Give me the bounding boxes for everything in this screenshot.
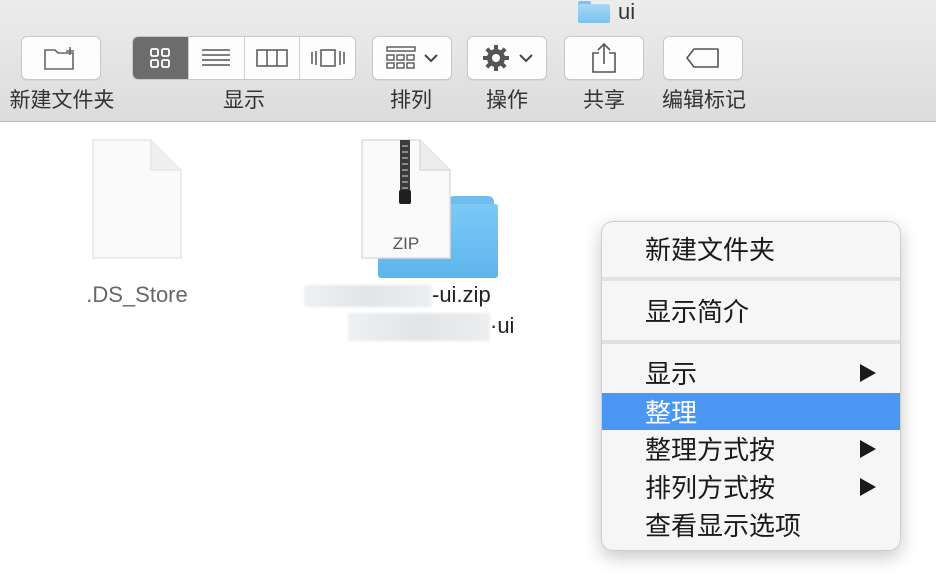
share-icon [592, 42, 616, 73]
menu-item-view[interactable]: 显示 [602, 354, 900, 390]
arrange-label: 排列 [390, 89, 432, 112]
list-view-button[interactable] [187, 37, 244, 79]
menu-separator [602, 340, 900, 344]
action-label: 操作 [486, 89, 528, 112]
submenu-arrow-icon [860, 478, 876, 496]
gear-icon [483, 45, 509, 71]
context-menu: 新建文件夹 显示简介 显示 整理 整理方式按 排列方式按 查看显示选项 [601, 221, 901, 551]
edit-tags-button[interactable] [663, 36, 743, 80]
folder-icon [578, 1, 610, 23]
redacted-text [348, 313, 490, 342]
document-icon [92, 139, 182, 259]
submenu-arrow-icon [860, 364, 876, 382]
list-icon [202, 49, 231, 66]
cover-flow-icon [310, 49, 345, 67]
window-title-text: ui [618, 0, 636, 24]
tag-icon [686, 48, 719, 68]
folder-name: ·ui [348, 313, 514, 342]
edit-tags-label: 编辑标记 [662, 89, 746, 112]
action-button[interactable] [467, 36, 547, 80]
menu-item-get-info[interactable]: 显示简介 [602, 292, 900, 328]
file-name: .DS_Store [86, 282, 188, 307]
cover-flow-view-button[interactable] [299, 37, 355, 79]
redacted-text [304, 285, 432, 308]
arrange-button[interactable] [372, 36, 452, 80]
chevron-down-icon [424, 54, 438, 63]
window-title: ui [578, 0, 635, 24]
menu-item-clean-up[interactable]: 整理 [602, 393, 900, 430]
menu-item-show-view-options[interactable]: 查看显示选项 [602, 506, 900, 542]
finder-toolbar: ui 新建文件夹 显示 排列 操作 共享 编辑标记 [0, 0, 936, 122]
columns-icon [256, 49, 288, 67]
new-folder-label: 新建文件夹 [9, 89, 115, 112]
share-label: 共享 [583, 89, 625, 112]
view-mode-segmented-control [132, 36, 356, 80]
icon-view-button[interactable] [133, 37, 188, 79]
arrange-icon [386, 46, 416, 69]
submenu-arrow-icon [860, 440, 876, 458]
grid-icon [150, 48, 171, 68]
file-item-zip[interactable]: ZIP [358, 138, 454, 262]
menu-item-sort-by[interactable]: 排列方式按 [602, 468, 900, 504]
chevron-down-icon [519, 54, 533, 63]
menu-item-new-folder[interactable]: 新建文件夹 [602, 230, 900, 266]
menu-separator [602, 277, 900, 281]
file-item-ds-store[interactable]: .DS_Store [72, 138, 202, 308]
new-folder-button[interactable] [21, 36, 101, 80]
share-button[interactable] [564, 36, 644, 80]
menu-item-clean-up-by[interactable]: 整理方式按 [602, 430, 900, 466]
new-folder-icon [44, 47, 74, 70]
zip-file-name: -ui.zip [304, 282, 491, 308]
view-label: 显示 [223, 89, 265, 112]
zip-badge: ZIP [392, 234, 420, 253]
column-view-button[interactable] [243, 37, 300, 79]
